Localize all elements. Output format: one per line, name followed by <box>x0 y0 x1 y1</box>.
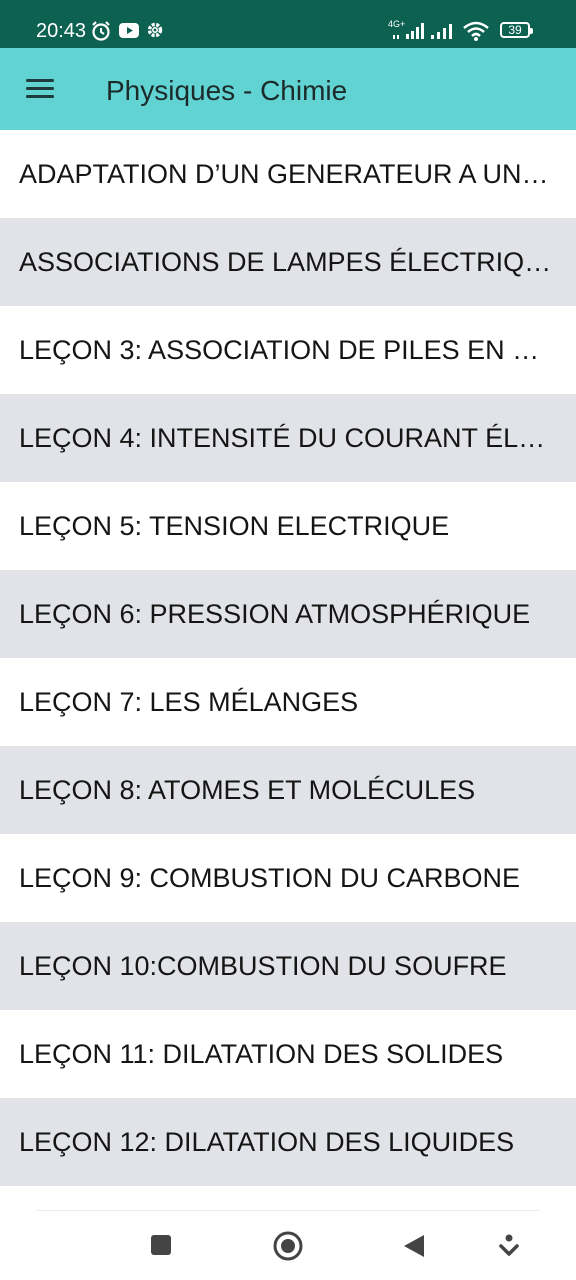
wifi-icon <box>462 20 490 47</box>
list-item-label: LEÇON 3: ASSOCIATION DE PILES EN S… <box>19 334 554 365</box>
battery-icon: 39 <box>500 22 533 38</box>
list-item-label: LEÇON 12: DILATATION DES LIQUIDES <box>19 1126 515 1157</box>
signal-icon <box>430 22 458 45</box>
settings-icon <box>146 21 164 44</box>
back-triangle-icon[interactable] <box>402 1233 426 1264</box>
app-bar: Physiques - Chimie <box>0 48 576 130</box>
lesson-list: ADAPTATION D’UN GENERATEUR A UN… ASSOCIA… <box>0 130 576 1186</box>
list-item-label: LEÇON 8: ATOMES ET MOLÉCULES <box>19 774 476 805</box>
status-bar: 20:43 4G+ 39 <box>0 0 576 48</box>
status-time: 20:43 <box>36 20 87 42</box>
list-item-label: LEÇON 6: PRESSION ATMOSPHÉRIQUE <box>19 598 531 629</box>
hamburger-menu-icon[interactable] <box>18 66 64 112</box>
list-item[interactable]: ADAPTATION D’UN GENERATEUR A UN… <box>0 130 576 218</box>
list-item[interactable]: ASSOCIATIONS DE LAMPES ÉLECTRIQ… <box>0 218 576 306</box>
list-item[interactable]: LEÇON 11: DILATATION DES SOLIDES <box>0 1010 576 1098</box>
list-item-label: LEÇON 7: LES MÉLANGES <box>19 686 359 717</box>
list-item-label: LEÇON 4: INTENSITÉ DU COURANT ÉLE… <box>19 422 554 453</box>
list-item[interactable]: LEÇON 12: DILATATION DES LIQUIDES <box>0 1098 576 1186</box>
divider <box>36 1210 540 1211</box>
list-item[interactable]: LEÇON 8: ATOMES ET MOLÉCULES <box>0 746 576 834</box>
list-item-label: LEÇON 10:COMBUSTION DU SOUFRE <box>19 950 507 981</box>
list-item[interactable]: LEÇON 7: LES MÉLANGES <box>0 658 576 746</box>
assistant-icon[interactable] <box>498 1234 520 1263</box>
list-item-label: LEÇON 11: DILATATION DES SOLIDES <box>19 1038 504 1069</box>
list-item-label: LEÇON 9: COMBUSTION DU CARBONE <box>19 862 521 893</box>
list-item[interactable]: LEÇON 10:COMBUSTION DU SOUFRE <box>0 922 576 1010</box>
recents-square-icon[interactable] <box>150 1234 172 1261</box>
list-item[interactable]: LEÇON 9: COMBUSTION DU CARBONE <box>0 834 576 922</box>
list-item-label: LEÇON 5: TENSION ELECTRIQUE <box>19 510 450 541</box>
home-circle-icon[interactable] <box>272 1230 304 1267</box>
page-title: Physiques - Chimie <box>106 75 348 106</box>
system-nav-bar <box>0 1188 576 1280</box>
list-item[interactable]: LEÇON 6: PRESSION ATMOSPHÉRIQUE <box>0 570 576 658</box>
youtube-icon <box>118 22 140 45</box>
list-item[interactable]: LEÇON 3: ASSOCIATION DE PILES EN S… <box>0 306 576 394</box>
list-item-label: ASSOCIATIONS DE LAMPES ÉLECTRIQ… <box>19 246 552 277</box>
alarm-icon <box>90 20 112 47</box>
signal-icon <box>392 22 426 45</box>
list-item[interactable]: LEÇON 4: INTENSITÉ DU COURANT ÉLE… <box>0 394 576 482</box>
list-item[interactable]: LEÇON 5: TENSION ELECTRIQUE <box>0 482 576 570</box>
list-item-label: ADAPTATION D’UN GENERATEUR A UN… <box>19 158 549 189</box>
